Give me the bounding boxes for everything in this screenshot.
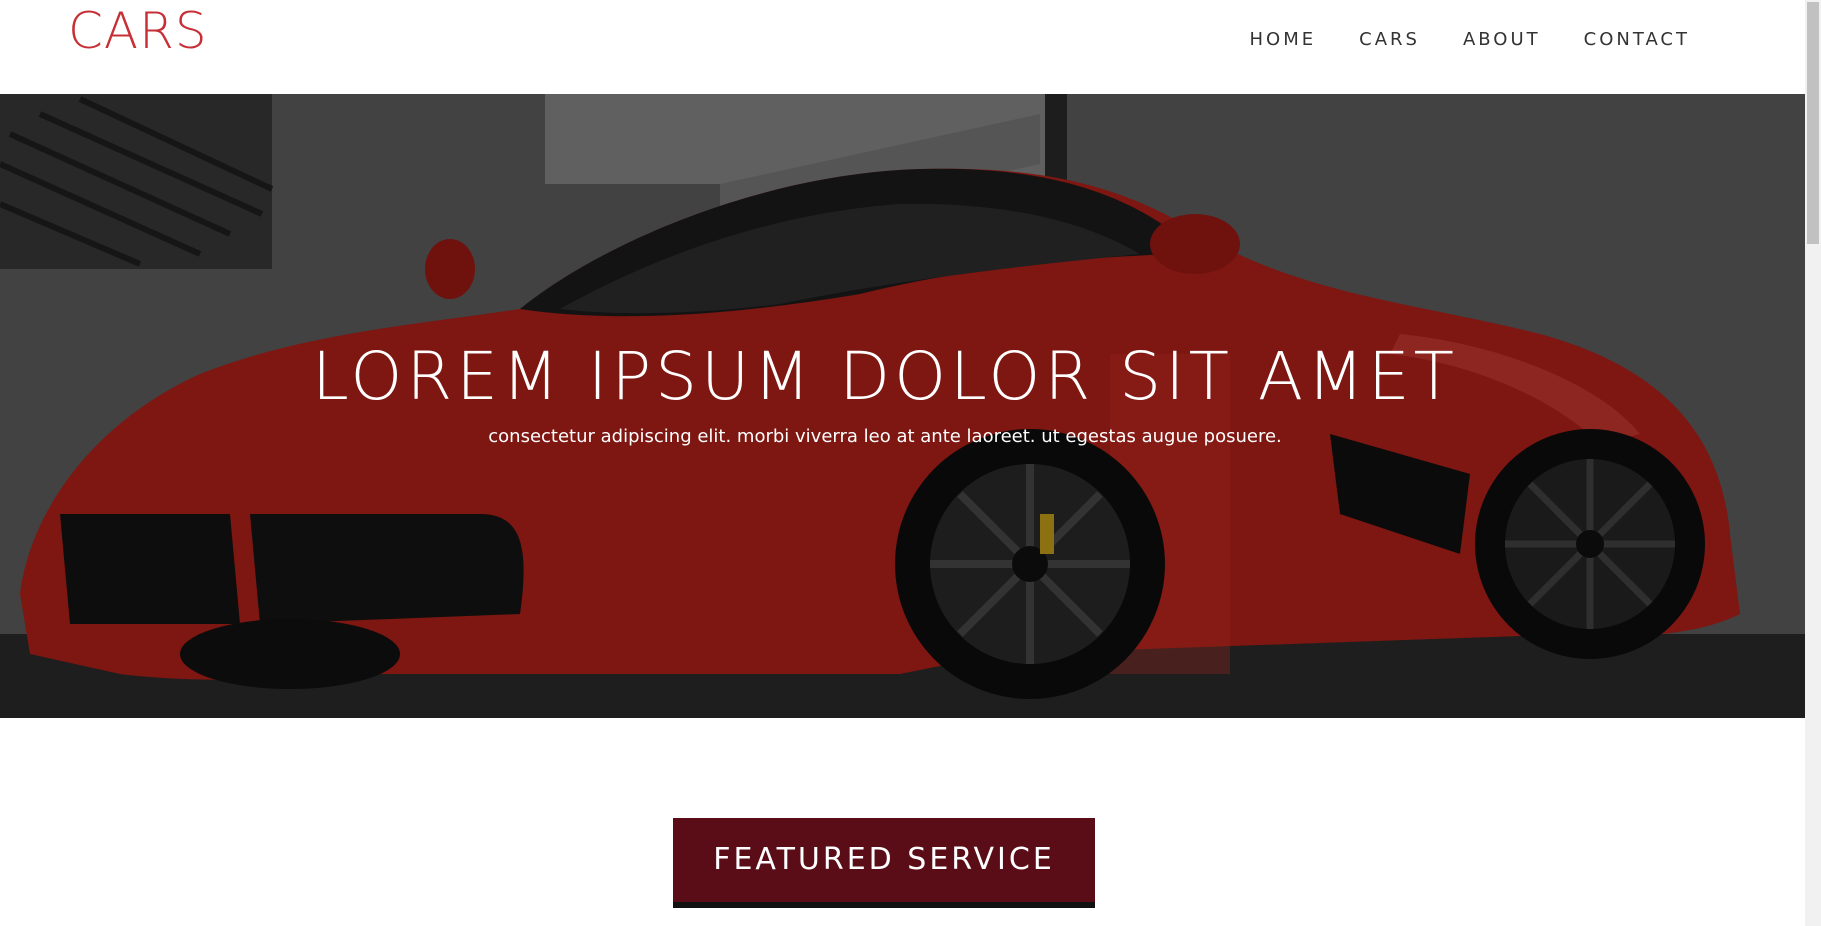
site-logo[interactable]: CARS: [68, 2, 208, 60]
page: CARS HOME CARS ABOUT CONTACT LOREM IPSUM…: [0, 0, 1821, 926]
scrollbar-thumb[interactable]: [1807, 2, 1819, 244]
nav-item-about: ABOUT: [1463, 29, 1541, 50]
page-scrollbar[interactable]: [1805, 0, 1821, 926]
hero-title: LOREM IPSUM DOLOR SIT AMET: [312, 338, 1458, 415]
nav-item-home: HOME: [1250, 29, 1317, 50]
nav-link-home[interactable]: HOME: [1250, 29, 1317, 50]
featured-service-button[interactable]: FEATURED SERVICE: [673, 818, 1095, 908]
site-header: CARS HOME CARS ABOUT CONTACT: [0, 0, 1805, 94]
nav-item-contact: CONTACT: [1584, 29, 1690, 50]
main-nav: HOME CARS ABOUT CONTACT: [1207, 29, 1690, 50]
hero-subtitle: consectetur adipiscing elit. morbi viver…: [488, 426, 1282, 447]
hero-banner: LOREM IPSUM DOLOR SIT AMET consectetur a…: [0, 94, 1805, 718]
nav-link-contact[interactable]: CONTACT: [1584, 29, 1690, 50]
nav-item-cars: CARS: [1359, 29, 1420, 50]
nav-link-cars[interactable]: CARS: [1359, 29, 1420, 50]
nav-link-about[interactable]: ABOUT: [1463, 29, 1541, 50]
